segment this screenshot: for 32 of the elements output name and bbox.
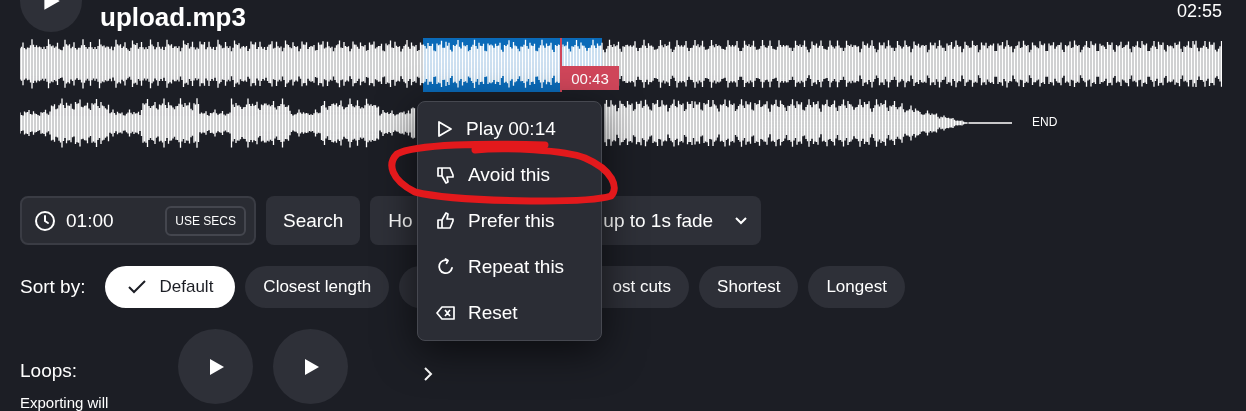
loops-label: Loops:	[20, 360, 79, 382]
menu-item[interactable]: Play 00:14	[418, 106, 601, 152]
playhead-time: 00:43	[561, 66, 619, 90]
backspace-icon	[436, 305, 456, 321]
repeat-icon	[436, 257, 456, 277]
length-field[interactable]: 01:00 USE SECS	[20, 196, 256, 245]
waveform-drawing[interactable]	[20, 38, 1222, 92]
clock-icon	[34, 209, 56, 232]
sort-chip[interactable]: Longest	[808, 266, 905, 308]
play-icon	[436, 120, 454, 138]
sort-label: Sort by:	[20, 276, 86, 298]
chevron-down-icon	[735, 216, 748, 225]
thumbs-up-icon	[436, 211, 456, 231]
fade-value: up to 1s fade	[603, 209, 714, 232]
export-note: Exporting will	[20, 394, 110, 411]
thumbs-down-icon	[436, 165, 456, 185]
check-icon	[127, 279, 148, 295]
end-label: END	[1032, 115, 1058, 129]
menu-item[interactable]: Avoid this	[418, 152, 601, 198]
menu-item[interactable]: Reset	[418, 290, 601, 336]
use-secs-button[interactable]: USE SECS	[165, 205, 246, 236]
length-value: 01:00	[66, 209, 115, 232]
sort-chip[interactable]: Shortest	[699, 266, 799, 308]
search-button[interactable]: Search	[266, 196, 361, 245]
sort-chip[interactable]: Default	[105, 266, 236, 308]
track-title: upload.mp3	[100, 2, 247, 32]
chevron-right-icon[interactable]	[423, 366, 433, 382]
track-duration: 02:55	[1176, 0, 1222, 22]
sort-chip[interactable]: Closest length	[245, 266, 390, 308]
waveform-drawing[interactable]	[20, 98, 416, 148]
waveform-drawing[interactable]	[604, 98, 1013, 148]
menu-item[interactable]: Repeat this	[418, 244, 601, 290]
